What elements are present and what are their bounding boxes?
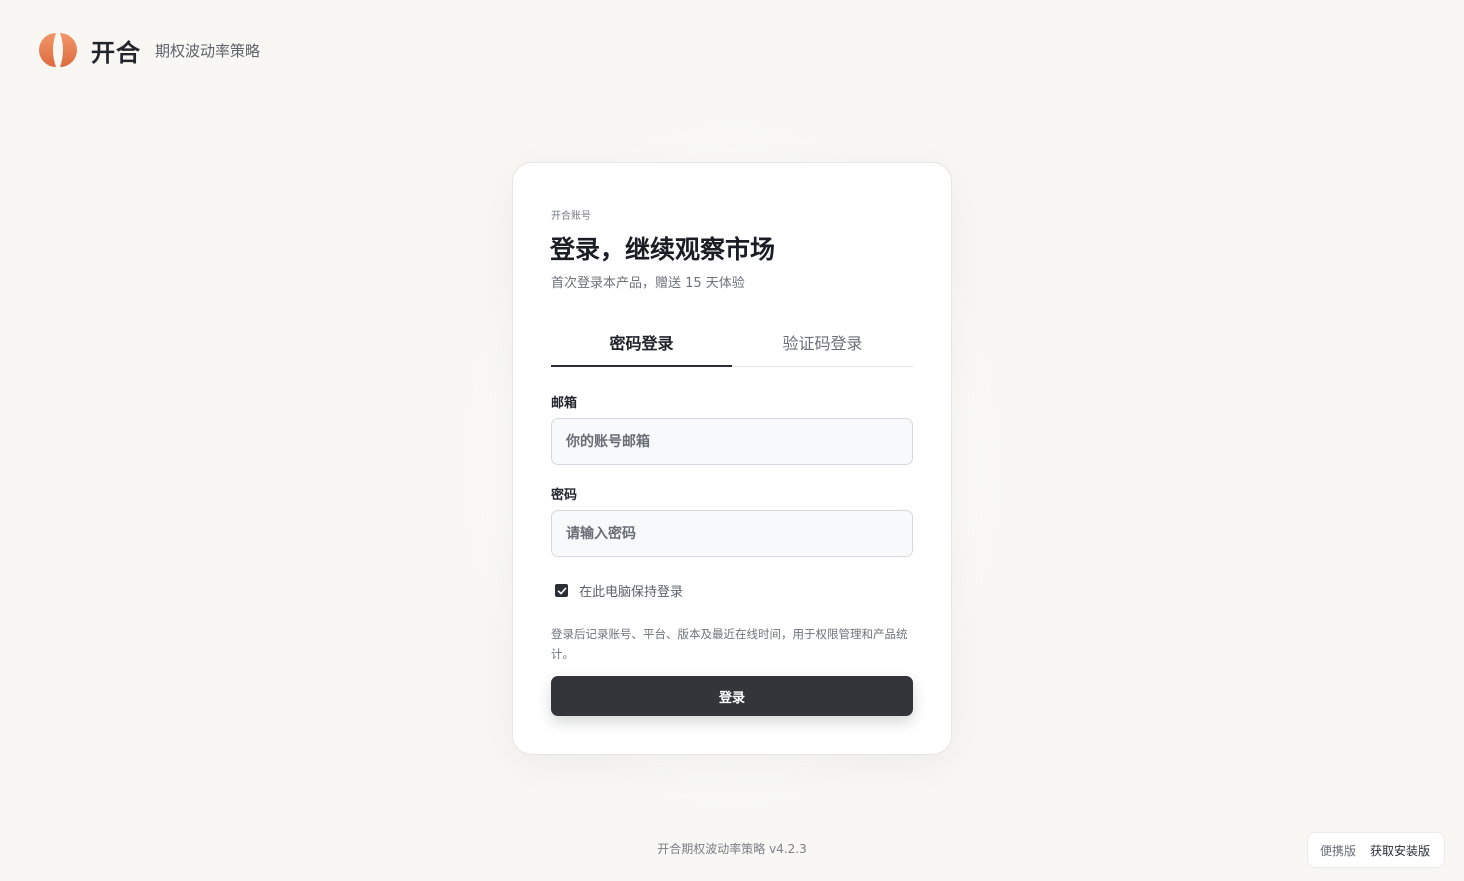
email-field[interactable] — [551, 418, 913, 465]
password-field[interactable] — [551, 510, 913, 557]
tab-code-login[interactable]: 验证码登录 — [732, 321, 913, 366]
brand-name: 开合 — [91, 38, 141, 67]
tab-password-login[interactable]: 密码登录 — [551, 321, 732, 367]
login-card: 开合账号 登录，继续观察市场 首次登录本产品，赠送 15 天体验 密码登录 验证… — [512, 162, 952, 755]
remember-me-checkbox[interactable] — [555, 584, 568, 597]
login-title: 登录，继续观察市场 — [550, 235, 776, 264]
footer-version: 开合期权波动率策略 v4.2.3 — [657, 842, 807, 856]
remember-me-row: 在此电脑保持登录 — [555, 581, 683, 600]
remember-me-label: 在此电脑保持登录 — [579, 585, 684, 600]
portable-version-link[interactable]: 便携版 — [1320, 842, 1356, 859]
login-eyebrow: 开合账号 — [551, 211, 591, 222]
brand-logo-icon — [39, 33, 77, 67]
download-widget: 便携版 获取安装版 — [1307, 832, 1445, 868]
privacy-notice: 登录后记录账号、平台、版本及最近在线时间，用于权限管理和产品统计。 — [551, 627, 908, 661]
brand-subtitle: 期权波动率策略 — [155, 41, 261, 60]
email-label: 邮箱 — [551, 396, 578, 411]
login-subtitle: 首次登录本产品，赠送 15 天体验 — [551, 276, 745, 291]
password-label: 密码 — [551, 488, 578, 503]
check-icon — [557, 587, 566, 594]
login-button[interactable]: 登录 — [551, 676, 913, 716]
login-method-tabs: 密码登录 验证码登录 — [551, 321, 913, 367]
get-installer-link[interactable]: 获取安装版 — [1370, 842, 1430, 859]
brand: 开合 期权波动率策略 — [39, 31, 260, 69]
